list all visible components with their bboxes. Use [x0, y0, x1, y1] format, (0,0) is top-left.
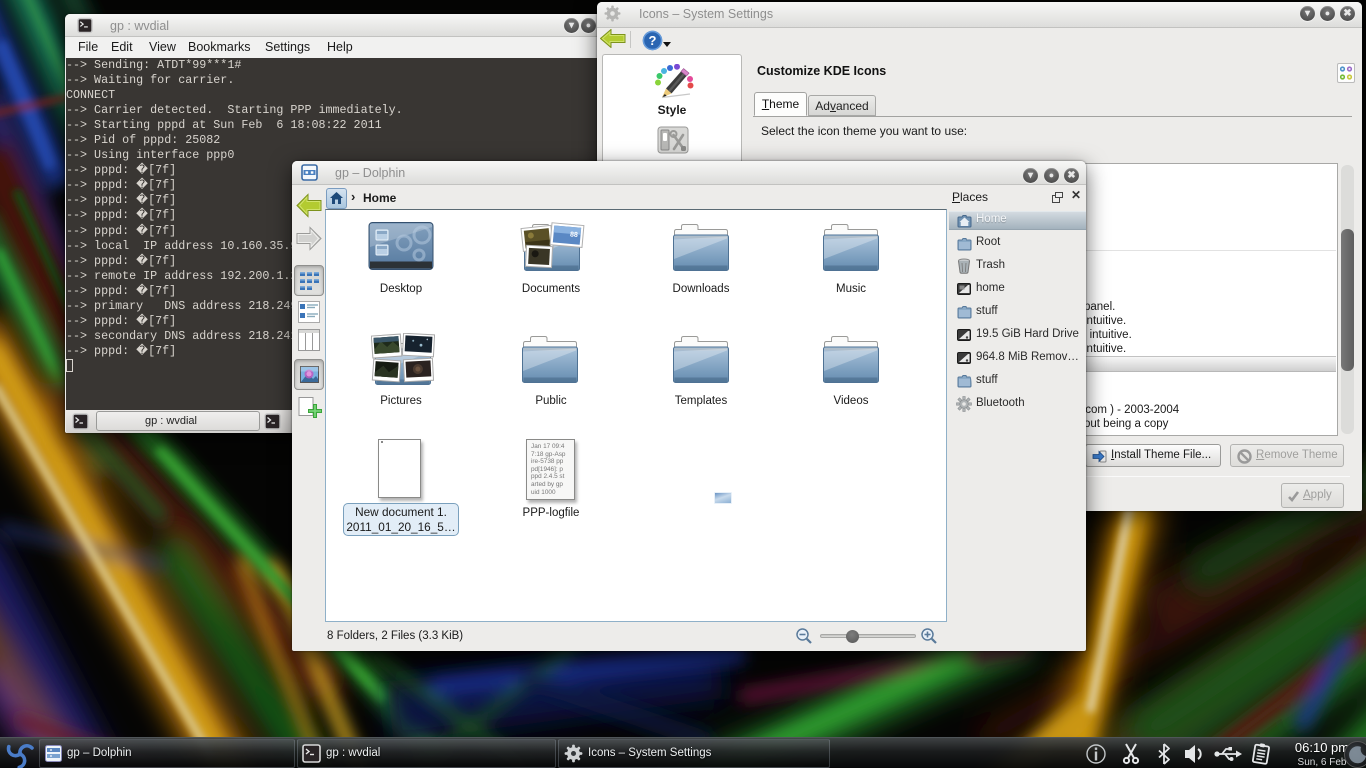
svg-text:?: ? — [649, 33, 657, 48]
svg-text:88: 88 — [570, 231, 578, 239]
